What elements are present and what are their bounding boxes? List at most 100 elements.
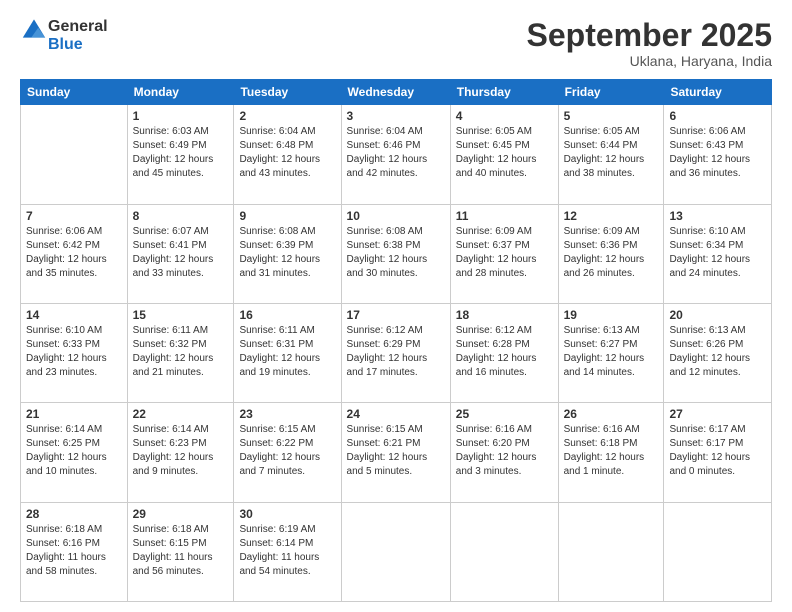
day-info: Sunrise: 6:12 AMSunset: 6:29 PMDaylight:… — [347, 324, 445, 380]
day-header-friday: Friday — [558, 80, 664, 105]
day-info: Sunrise: 6:10 AMSunset: 6:34 PMDaylight:… — [669, 225, 766, 281]
day-info: Sunrise: 6:11 AMSunset: 6:32 PMDaylight:… — [133, 324, 229, 380]
day-number: 21 — [26, 407, 122, 421]
page: General Blue September 2025 Uklana, Hary… — [0, 0, 792, 612]
calendar-cell — [21, 105, 128, 204]
day-number: 10 — [347, 209, 445, 223]
day-info: Sunrise: 6:15 AMSunset: 6:21 PMDaylight:… — [347, 423, 445, 479]
day-number: 26 — [564, 407, 659, 421]
calendar-header-row: SundayMondayTuesdayWednesdayThursdayFrid… — [21, 80, 772, 105]
day-number: 16 — [239, 308, 335, 322]
calendar-cell: 6 Sunrise: 6:06 AMSunset: 6:43 PMDaylight… — [664, 105, 772, 204]
day-header-wednesday: Wednesday — [341, 80, 450, 105]
calendar-cell: 18Sunrise: 6:12 AMSunset: 6:28 PMDayligh… — [450, 303, 558, 402]
calendar-cell: 11 Sunrise: 6:09 AMSunset: 6:37 PMDayligh… — [450, 204, 558, 303]
calendar-cell: 4 Sunrise: 6:05 AMSunset: 6:45 PMDaylight… — [450, 105, 558, 204]
calendar-cell: 12 Sunrise: 6:09 AMSunset: 6:36 PMDayligh… — [558, 204, 664, 303]
logo-icon — [20, 18, 48, 46]
day-header-tuesday: Tuesday — [234, 80, 341, 105]
month-title: September 2025 — [527, 18, 772, 53]
logo-general: General — [48, 18, 108, 36]
calendar-table: SundayMondayTuesdayWednesdayThursdayFrid… — [20, 79, 772, 602]
logo-text: General Blue — [48, 18, 108, 53]
calendar-cell: 7 Sunrise: 6:06 AMSunset: 6:42 PMDaylight… — [21, 204, 128, 303]
day-info: Sunrise: 6:09 AMSunset: 6:36 PMDaylight:… — [564, 225, 659, 281]
calendar-cell: 22Sunrise: 6:14 AMSunset: 6:23 PMDayligh… — [127, 403, 234, 502]
day-info: Sunrise: 6:08 AMSunset: 6:39 PMDaylight:… — [239, 225, 335, 281]
day-number: 1 — [133, 109, 229, 123]
day-number: 29 — [133, 507, 229, 521]
calendar-cell: 2Sunrise: 6:04 AMSunset: 6:48 PMDaylight… — [234, 105, 341, 204]
day-number: 8 — [133, 209, 229, 223]
day-number: 12 — [564, 209, 659, 223]
calendar-cell — [664, 502, 772, 601]
logo-blue: Blue — [48, 36, 108, 54]
day-number: 4 — [456, 109, 553, 123]
calendar-cell: 14 Sunrise: 6:10 AMSunset: 6:33 PMDayligh… — [21, 303, 128, 402]
calendar-week-5: 28 Sunrise: 6:18 AMSunset: 6:16 PMDayligh… — [21, 502, 772, 601]
day-number: 14 — [26, 308, 122, 322]
calendar-cell: 24 Sunrise: 6:15 AMSunset: 6:21 PMDayligh… — [341, 403, 450, 502]
day-number: 13 — [669, 209, 766, 223]
day-info: Sunrise: 6:06 AMSunset: 6:42 PMDaylight:… — [26, 225, 122, 281]
calendar-week-2: 7 Sunrise: 6:06 AMSunset: 6:42 PMDaylight… — [21, 204, 772, 303]
day-number: 11 — [456, 209, 553, 223]
day-number: 23 — [239, 407, 335, 421]
day-number: 25 — [456, 407, 553, 421]
day-info: Sunrise: 6:03 AMSunset: 6:49 PMDaylight:… — [133, 125, 229, 181]
day-info: Sunrise: 6:13 AMSunset: 6:26 PMDaylight:… — [669, 324, 766, 380]
day-info: Sunrise: 6:06 AMSunset: 6:43 PMDaylight:… — [669, 125, 766, 181]
day-info: Sunrise: 6:18 AMSunset: 6:16 PMDaylight:… — [26, 523, 122, 579]
calendar-cell: 28 Sunrise: 6:18 AMSunset: 6:16 PMDayligh… — [21, 502, 128, 601]
calendar-cell: 25Sunrise: 6:16 AMSunset: 6:20 PMDayligh… — [450, 403, 558, 502]
day-info: Sunrise: 6:04 AMSunset: 6:46 PMDaylight:… — [347, 125, 445, 181]
day-number: 30 — [239, 507, 335, 521]
day-number: 28 — [26, 507, 122, 521]
calendar-cell: 3Sunrise: 6:04 AMSunset: 6:46 PMDaylight… — [341, 105, 450, 204]
calendar-cell — [558, 502, 664, 601]
calendar-cell: 5Sunrise: 6:05 AMSunset: 6:44 PMDaylight… — [558, 105, 664, 204]
day-number: 22 — [133, 407, 229, 421]
day-number: 15 — [133, 308, 229, 322]
day-info: Sunrise: 6:16 AMSunset: 6:18 PMDaylight:… — [564, 423, 659, 479]
day-number: 7 — [26, 209, 122, 223]
day-number: 19 — [564, 308, 659, 322]
calendar-cell: 21 Sunrise: 6:14 AMSunset: 6:25 PMDayligh… — [21, 403, 128, 502]
day-header-thursday: Thursday — [450, 80, 558, 105]
day-number: 24 — [347, 407, 445, 421]
day-info: Sunrise: 6:19 AMSunset: 6:14 PMDaylight:… — [239, 523, 335, 579]
calendar-cell: 17Sunrise: 6:12 AMSunset: 6:29 PMDayligh… — [341, 303, 450, 402]
day-info: Sunrise: 6:10 AMSunset: 6:33 PMDaylight:… — [26, 324, 122, 380]
day-header-sunday: Sunday — [21, 80, 128, 105]
calendar-cell: 30 Sunrise: 6:19 AMSunset: 6:14 PMDayligh… — [234, 502, 341, 601]
day-info: Sunrise: 6:09 AMSunset: 6:37 PMDaylight:… — [456, 225, 553, 281]
day-info: Sunrise: 6:18 AMSunset: 6:15 PMDaylight:… — [133, 523, 229, 579]
title-block: September 2025 Uklana, Haryana, India — [527, 18, 772, 69]
calendar-cell: 19Sunrise: 6:13 AMSunset: 6:27 PMDayligh… — [558, 303, 664, 402]
subtitle: Uklana, Haryana, India — [527, 53, 772, 69]
calendar-week-4: 21 Sunrise: 6:14 AMSunset: 6:25 PMDayligh… — [21, 403, 772, 502]
day-number: 27 — [669, 407, 766, 421]
calendar-week-3: 14 Sunrise: 6:10 AMSunset: 6:33 PMDayligh… — [21, 303, 772, 402]
day-info: Sunrise: 6:14 AMSunset: 6:25 PMDaylight:… — [26, 423, 122, 479]
calendar-cell: 1 Sunrise: 6:03 AMSunset: 6:49 PMDaylight… — [127, 105, 234, 204]
calendar-cell: 23 Sunrise: 6:15 AMSunset: 6:22 PMDayligh… — [234, 403, 341, 502]
day-info: Sunrise: 6:15 AMSunset: 6:22 PMDaylight:… — [239, 423, 335, 479]
calendar-cell: 8 Sunrise: 6:07 AMSunset: 6:41 PMDaylight… — [127, 204, 234, 303]
day-number: 6 — [669, 109, 766, 123]
day-info: Sunrise: 6:05 AMSunset: 6:45 PMDaylight:… — [456, 125, 553, 181]
day-number: 9 — [239, 209, 335, 223]
calendar-cell: 20Sunrise: 6:13 AMSunset: 6:26 PMDayligh… — [664, 303, 772, 402]
day-info: Sunrise: 6:12 AMSunset: 6:28 PMDaylight:… — [456, 324, 553, 380]
day-header-saturday: Saturday — [664, 80, 772, 105]
logo: General Blue — [20, 18, 108, 53]
calendar-cell: 13 Sunrise: 6:10 AMSunset: 6:34 PMDayligh… — [664, 204, 772, 303]
calendar-cell: 16 Sunrise: 6:11 AMSunset: 6:31 PMDayligh… — [234, 303, 341, 402]
day-info: Sunrise: 6:08 AMSunset: 6:38 PMDaylight:… — [347, 225, 445, 281]
day-info: Sunrise: 6:07 AMSunset: 6:41 PMDaylight:… — [133, 225, 229, 281]
day-info: Sunrise: 6:17 AMSunset: 6:17 PMDaylight:… — [669, 423, 766, 479]
calendar-cell: 26 Sunrise: 6:16 AMSunset: 6:18 PMDayligh… — [558, 403, 664, 502]
calendar-cell: 15 Sunrise: 6:11 AMSunset: 6:32 PMDayligh… — [127, 303, 234, 402]
day-info: Sunrise: 6:11 AMSunset: 6:31 PMDaylight:… — [239, 324, 335, 380]
calendar-cell: 27 Sunrise: 6:17 AMSunset: 6:17 PMDayligh… — [664, 403, 772, 502]
